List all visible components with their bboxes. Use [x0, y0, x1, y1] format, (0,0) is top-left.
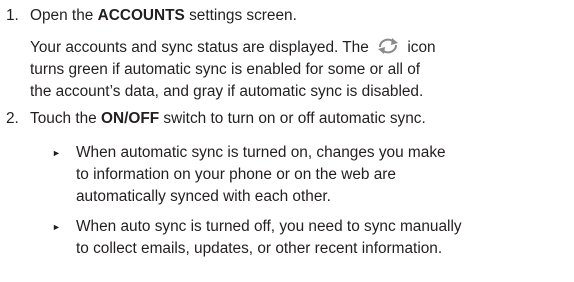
step-1-description: Your accounts and sync status are displa… — [30, 37, 570, 103]
desc-line-1-post: icon — [407, 39, 436, 56]
step-2-pre: Touch the — [30, 110, 102, 127]
step-1-text: Open the ACCOUNTS settings screen. — [30, 5, 570, 27]
bullet-marker-2: ► — [52, 222, 61, 232]
desc-line-3: the account’s data, and gray if automati… — [30, 83, 424, 100]
desc-line-1-pre: Your accounts and sync status are displa… — [30, 39, 369, 56]
desc-line-1: Your accounts and sync status are displa… — [30, 37, 570, 59]
step-1-number: 1. — [6, 7, 19, 24]
bullet-2-line-2: to collect emails, updates, or other rec… — [76, 240, 443, 257]
bullet-marker-1: ► — [52, 148, 61, 158]
step-2-text: Touch the ON/OFF switch to turn on or of… — [30, 108, 570, 130]
instruction-document: 1. Open the ACCOUNTS settings screen. Yo… — [0, 0, 574, 282]
bullet-1: When automatic sync is turned on, change… — [76, 142, 570, 208]
desc-line-2: turns green if automatic sync is enabled… — [30, 61, 421, 78]
step-1-post: settings screen. — [184, 7, 297, 24]
step-2-bold-term: ON/OFF — [101, 110, 160, 127]
step-1-bold-term: ACCOUNTS — [97, 7, 185, 24]
bullet-1-line-3: automatically synced with each other. — [76, 188, 331, 205]
step-2-number: 2. — [6, 110, 19, 127]
bullet-2-line-1: When auto sync is turned off, you need t… — [76, 218, 462, 235]
bullet-1-line-1: When automatic sync is turned on, change… — [76, 144, 446, 161]
step-1-pre: Open the — [30, 7, 98, 24]
bullet-2: When auto sync is turned off, you need t… — [76, 216, 570, 260]
step-2-post: switch to turn on or off automatic sync. — [159, 110, 426, 127]
bullet-1-line-2: to information on your phone or on the w… — [76, 166, 396, 183]
sync-icon — [375, 37, 401, 55]
